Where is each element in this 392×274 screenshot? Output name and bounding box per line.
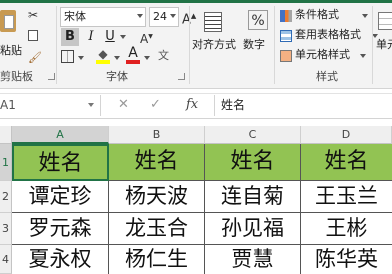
select-all-corner[interactable] — [0, 126, 12, 144]
column-header-d[interactable]: D — [301, 126, 392, 144]
copy-icon[interactable] — [28, 30, 38, 41]
name-box-value: A1 — [0, 98, 16, 112]
cell-a1[interactable]: 姓名 — [12, 144, 109, 181]
separator — [274, 6, 275, 84]
cell-d3[interactable]: 王彬 — [301, 213, 392, 245]
font-color-dropdown-icon[interactable] — [144, 56, 150, 60]
percent-icon: % — [248, 10, 268, 30]
paste-button[interactable]: 粘贴 — [0, 6, 22, 62]
cell-d1[interactable]: 姓名 — [301, 144, 392, 181]
font-color-icon: A — [128, 45, 138, 61]
title-bar-edge — [0, 0, 392, 3]
fill-color-swatch — [96, 60, 110, 64]
number-label: 数字 — [243, 38, 265, 51]
format-as-table-button[interactable]: 套用表格格式 — [280, 28, 378, 44]
cell-b1[interactable]: 姓名 — [109, 144, 205, 181]
row-header-2[interactable]: 2 — [0, 181, 12, 213]
chevron-down-icon — [170, 14, 176, 18]
column-header-c[interactable]: C — [205, 126, 301, 144]
separator — [56, 6, 57, 84]
cell-b3[interactable]: 龙玉合 — [109, 213, 205, 245]
alignment-button[interactable]: 对齐方式 — [192, 6, 236, 68]
cell-b4[interactable]: 杨仁生 — [109, 245, 205, 274]
row-header-1[interactable]: 1 — [0, 144, 12, 181]
shrink-font-button[interactable]: A▼ — [140, 30, 153, 46]
phonetic-icon[interactable]: 文 — [158, 49, 169, 63]
borders-icon[interactable] — [61, 50, 74, 63]
cell-styles-icon — [280, 50, 292, 62]
name-box-dropdown-icon[interactable] — [88, 103, 94, 107]
row-header-3[interactable]: 3 — [0, 213, 12, 245]
clipboard-paper — [4, 15, 14, 29]
cell-a3[interactable]: 罗元森 — [12, 213, 109, 245]
conditional-format-label: 条件格式 — [295, 8, 339, 21]
chevron-down-icon — [362, 14, 368, 18]
format-as-table-label: 套用表格格式 — [295, 28, 361, 41]
number-button[interactable]: % 数字 — [242, 6, 272, 68]
cells-label: 单元 — [376, 38, 392, 51]
separator — [189, 6, 190, 84]
font-launcher-icon[interactable] — [178, 73, 185, 80]
enter-icon[interactable]: ✓ — [150, 94, 161, 116]
bold-button[interactable]: B — [61, 28, 79, 46]
clipboard-launcher-icon[interactable] — [48, 73, 55, 80]
cell-c4[interactable]: 贾慧 — [205, 245, 301, 274]
table-icon — [280, 30, 292, 42]
align-icon — [204, 12, 222, 32]
cell-a2[interactable]: 谭定珍 — [12, 181, 109, 213]
column-header-a[interactable]: A — [12, 126, 109, 144]
insert-function-icon[interactable]: fx — [186, 94, 198, 116]
cut-icon[interactable]: ✂ — [28, 8, 42, 22]
cell-styles-button[interactable]: 单元格样式 — [280, 48, 370, 64]
conditional-format-icon — [280, 10, 292, 22]
cells-icon — [378, 12, 392, 30]
cancel-icon[interactable]: ✕ — [118, 94, 129, 116]
cell-c2[interactable]: 连自菊 — [205, 181, 301, 213]
shrink-font-icon: A — [140, 32, 149, 46]
cell-styles-label: 单元格样式 — [295, 48, 350, 61]
cell-d4[interactable]: 陈华英 — [301, 245, 392, 274]
font-size-value: 24 — [153, 10, 167, 23]
font-name-combo[interactable]: 宋体 — [60, 7, 146, 27]
font-color-button[interactable]: A — [126, 45, 140, 65]
row-header-4[interactable]: 4 — [0, 245, 12, 274]
borders-dropdown-icon[interactable] — [78, 56, 84, 60]
chevron-down-icon — [360, 54, 366, 58]
underline-dropdown-icon[interactable] — [120, 35, 126, 39]
separator — [372, 6, 373, 84]
formula-bar: A1 ✕ ✓ fx 姓名 — [0, 93, 392, 119]
cell-c1[interactable]: 姓名 — [205, 144, 301, 181]
paste-label: 粘贴 — [0, 44, 22, 57]
format-painter-icon[interactable]: 🖌 — [28, 52, 42, 64]
conditional-format-button[interactable]: 条件格式 — [280, 8, 370, 24]
formula-input[interactable]: 姓名 — [214, 95, 392, 116]
styles-group-label: 样式 — [316, 70, 338, 83]
italic-button[interactable]: I — [82, 28, 100, 46]
font-name-value: 宋体 — [64, 10, 86, 23]
font-group-label: 字体 — [106, 70, 128, 83]
name-box[interactable]: A1 — [0, 95, 101, 116]
cell-b2[interactable]: 杨天波 — [109, 181, 205, 213]
fill-dropdown-icon[interactable] — [114, 56, 120, 60]
underline-button[interactable]: U — [101, 28, 119, 46]
cell-c3[interactable]: 孙见福 — [205, 213, 301, 245]
cell-a4[interactable]: 夏永权 — [12, 245, 109, 274]
clipboard-group-label: 剪贴板 — [0, 70, 33, 83]
cells-button[interactable]: 单元 — [376, 6, 392, 68]
cell-d2[interactable]: 王玉兰 — [301, 181, 392, 213]
column-header-b[interactable]: B — [109, 126, 205, 144]
chevron-down-icon — [137, 14, 143, 18]
font-size-combo[interactable]: 24 — [149, 7, 179, 27]
alignment-label: 对齐方式 — [192, 38, 236, 51]
fill-color-icon[interactable]: ◆ — [96, 48, 110, 64]
